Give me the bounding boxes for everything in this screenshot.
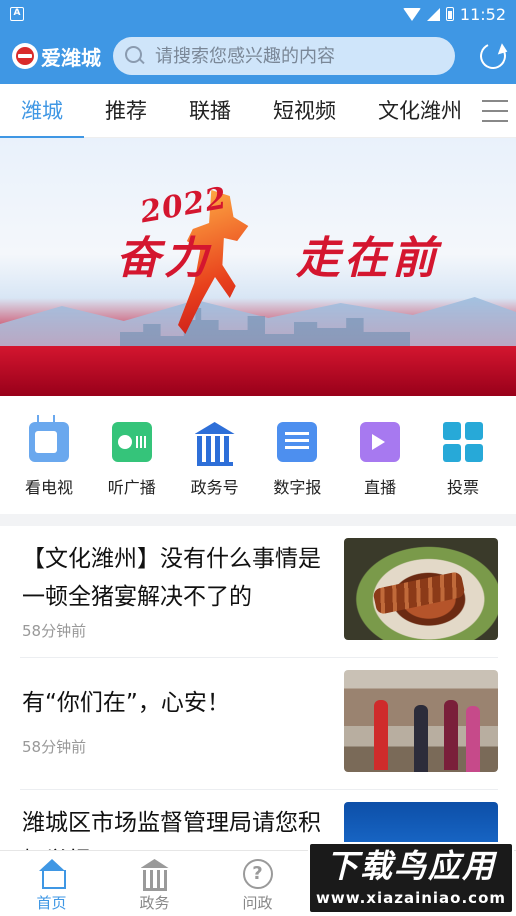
banner-red-floor [0,346,516,396]
search-icon [125,46,145,66]
newspaper-icon [277,422,318,462]
app-notification-icon: A [10,7,24,21]
quick-label: 数字报 [273,478,322,497]
status-icons: 11:52 [402,4,506,24]
banner-slogan-part3: 前 [392,233,440,284]
refresh-icon[interactable] [476,39,510,73]
channel-tabs-scroll: 潍城 推荐 联播 短视频 文化潍州 [0,84,470,138]
list-item[interactable]: 有“你们在”，心安！ 58分钟前 [20,658,498,790]
app-logo[interactable]: 爱潍城 [12,42,101,71]
vote-grid-icon [442,422,483,462]
nav-label: 首页 [36,894,67,912]
banner-slogan: 奋力 走在前 [116,222,440,286]
quick-label: 政务号 [190,478,239,497]
status-bar: A 11:52 [0,0,516,28]
battery-icon [445,7,454,21]
live-video-icon [360,422,401,462]
news-thumbnail [344,538,498,640]
nav-ask[interactable]: ? 问政 [206,851,309,916]
home-icon [37,859,67,889]
logo-emblem-icon [12,43,38,69]
nav-home[interactable]: 首页 [0,851,103,916]
channel-tabs: 潍城 推荐 联播 短视频 文化潍州 [0,84,516,138]
nav-label: 问政 [242,894,273,912]
tv-icon [29,422,69,462]
wifi-icon [402,7,421,21]
quick-tv[interactable]: 看电视 [22,422,76,514]
menu-icon[interactable] [482,100,508,122]
news-title: 有“你们在”，心安！ [22,690,230,716]
quick-access-row: 看电视 听广播 政务号 数字报 直播 投票 [0,396,516,514]
government-icon [195,422,235,466]
app-header: 爱潍城 [0,28,516,84]
watermark: 下载鸟应用 www.xiazainiao.com [308,842,514,914]
search-input[interactable] [155,45,435,67]
section-divider [0,514,516,526]
news-thumbnail [344,670,498,772]
question-icon: ? [242,859,273,889]
search-bar[interactable] [113,37,455,75]
news-time: 58分钟前 [22,622,87,640]
list-item[interactable]: 【文化潍州】没有什么事情是一顿全猪宴解决不了的 58分钟前 [20,526,498,658]
quick-label: 直播 [364,478,397,497]
banner-slogan-part1: 奋力 [116,233,212,284]
government-icon [140,859,170,891]
nav-government[interactable]: 政务 [103,851,206,916]
quick-live[interactable]: 直播 [353,422,407,514]
tab-short-video[interactable]: 短视频 [252,84,357,138]
logo-text: 爱潍城 [41,45,101,70]
quick-label: 看电视 [24,478,73,497]
quick-label: 听广播 [107,478,156,497]
nav-label: 政务 [139,894,170,912]
news-title: 【文化潍州】没有什么事情是一顿全猪宴解决不了的 [22,546,321,610]
signal-icon [426,7,440,21]
tab-recommend[interactable]: 推荐 [84,84,168,138]
news-time: 58分钟前 [22,738,87,756]
watermark-url: www.xiazainiao.com [315,889,507,907]
status-time: 11:52 [459,4,506,24]
radio-icon [111,422,152,462]
banner-slogan-part2: 走在 [296,233,392,284]
quick-newspaper[interactable]: 数字报 [270,422,324,514]
quick-government[interactable]: 政务号 [188,422,242,514]
quick-radio[interactable]: 听广播 [105,422,159,514]
tab-broadcast[interactable]: 联播 [168,84,252,138]
promo-banner[interactable]: 2022 奋力 走在前 [0,138,516,396]
watermark-main: 下载鸟应用 [325,847,496,885]
quick-label: 投票 [446,478,479,497]
tab-weicheng[interactable]: 潍城 [0,84,84,138]
tab-culture-weizhou[interactable]: 文化潍州 [357,84,470,138]
quick-vote[interactable]: 投票 [436,422,490,514]
